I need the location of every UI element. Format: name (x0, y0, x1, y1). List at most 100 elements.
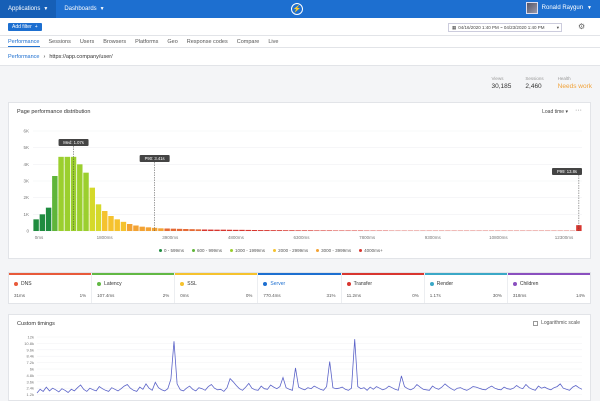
tab-live[interactable]: Live (268, 36, 278, 47)
histogram-bar (114, 219, 120, 231)
applications-menu[interactable]: Applications ▼ (0, 0, 57, 18)
y-tick-label: 0 (26, 229, 29, 234)
tab-geo[interactable]: Geo (167, 36, 177, 47)
date-range-value: 04/16/2020 1:40 PM ~ 04/23/2020 1:40 PM (458, 24, 545, 30)
chevron-down-icon: ▾ (556, 24, 559, 30)
histogram-bar (52, 176, 58, 231)
legend-label: 600 - 999ms (197, 248, 223, 253)
tab-sessions[interactable]: Sessions (49, 36, 71, 47)
legend-item[interactable]: 4000ms+ (359, 248, 383, 253)
timing-name: Children (519, 281, 539, 287)
legend-swatch (359, 249, 363, 252)
y-tick-label: 6k (30, 367, 34, 372)
chevron-right-icon: › (43, 53, 46, 60)
timing-latency[interactable]: Latency 107.4ms 2% (92, 273, 176, 303)
timing-render[interactable]: Render 1.17s 30% (424, 273, 508, 303)
y-tick-label: 4K (23, 162, 29, 167)
histogram-bar (264, 230, 270, 231)
histogram-bar (339, 230, 345, 231)
marker-label: P90: 3.41s (145, 156, 165, 161)
histogram-bar (301, 230, 308, 231)
timing-value: 1.17s (429, 293, 441, 298)
timing-color-bar (92, 273, 175, 275)
gear-icon[interactable]: ⚙ (578, 22, 585, 31)
timing-children[interactable]: Children 318ms 14% (507, 273, 590, 303)
add-filter-button[interactable]: Add filter + (8, 23, 42, 31)
stat-label: Health (557, 76, 571, 81)
histogram-bar (251, 230, 258, 231)
status-dot (97, 282, 102, 286)
legend-label: 2000 - 2999ms (278, 248, 309, 253)
timing-value: 770.4ms (263, 293, 281, 298)
stat-label: Sessions (525, 76, 544, 81)
date-range-picker[interactable]: ▦ 04/16/2020 1:40 PM ~ 04/23/2020 1:40 P… (448, 23, 562, 32)
plus-icon: + (34, 24, 38, 30)
histogram-bar (45, 207, 52, 231)
tab-bar: Performance Sessions Users Browsers Platform… (0, 36, 600, 48)
legend-swatch (273, 249, 277, 252)
user-menu[interactable]: Ronald Raygun ▼ (525, 2, 592, 14)
breadcrumb-root-link[interactable]: Performance (8, 54, 40, 60)
histogram-bar (89, 187, 95, 231)
y-tick-label: 3K (23, 179, 29, 184)
legend-item[interactable]: 2000 - 2999ms (273, 248, 308, 253)
series-line (36, 339, 583, 394)
x-tick-label: 3900ms (162, 235, 179, 240)
tab-response-codes[interactable]: Response codes (187, 36, 228, 47)
y-tick-label: 2K (23, 195, 29, 200)
histogram-bar (314, 230, 320, 231)
tab-compare[interactable]: Compare (237, 36, 260, 47)
histogram-bar (326, 230, 333, 231)
filter-bar: Add filter + ▦ 04/16/2020 1:40 PM ~ 04/2… (0, 18, 600, 36)
dashboards-label: Dashboards (64, 6, 97, 12)
histogram-bar (33, 219, 39, 231)
timing-transfer[interactable]: Transfer 11.2ms 0% (341, 273, 425, 303)
legend-swatch (316, 249, 320, 252)
timing-color-bar (9, 273, 92, 275)
x-tick-label: 6300ms (293, 235, 310, 240)
chevron-down-icon: ▼ (587, 5, 592, 11)
status-dot (180, 282, 185, 286)
timing-percent: 0% (245, 293, 253, 298)
legend-item[interactable]: 600 - 999ms (192, 248, 222, 253)
timing-dns[interactable]: DNS 31ms 1% (9, 273, 93, 303)
histogram-bar (145, 227, 152, 231)
timing-value: 107.4ms (97, 293, 115, 298)
legend-item[interactable]: 3000 - 3999ms (316, 248, 351, 253)
legend-label: 1000 - 1999ms (235, 248, 266, 253)
y-tick-label: 1K (23, 212, 29, 217)
stat-views: Views 30,185 (492, 76, 512, 90)
legend-item[interactable]: 0 - 599ms (159, 248, 184, 253)
timing-server[interactable]: Server 770.4ms 31% (258, 273, 342, 303)
x-tick-label: 1800ms (97, 235, 114, 240)
tab-platforms[interactable]: Platforms (135, 36, 158, 47)
legend-item[interactable]: 1000 - 1999ms (230, 248, 265, 253)
histogram-bar (226, 229, 233, 231)
y-tick-label: 3.6k (26, 379, 34, 384)
timing-value: 11.2ms (346, 293, 361, 298)
histogram-bar (64, 156, 71, 231)
histogram-bar (95, 204, 102, 231)
timing-ssl[interactable]: SSL 0ms 0% (175, 273, 259, 303)
legend-swatch (192, 249, 196, 252)
tab-users[interactable]: Users (80, 36, 94, 47)
custom-timings-chart: 1.2k2.4k 3.6k4.8k6k 7.2k8.4k 9.6k10.8k12k (24, 335, 583, 397)
x-tick-label: 4800ms (228, 235, 245, 240)
x-tick-label: 9300ms (425, 235, 442, 240)
histogram-bar (220, 229, 226, 231)
tab-browsers[interactable]: Browsers (103, 36, 126, 47)
histogram-bar (257, 230, 264, 231)
histogram-bar (332, 230, 339, 231)
histogram-bar (108, 216, 114, 231)
stat-value: 2,460 (525, 83, 542, 90)
histogram-bar (58, 156, 64, 231)
dashboards-menu[interactable]: Dashboards ▼ (56, 0, 112, 18)
y-tick-label: 7.2k (26, 360, 34, 365)
timing-name: Server (270, 281, 286, 287)
user-name: Ronald Raygun (541, 5, 584, 11)
tab-performance[interactable]: Performance (8, 36, 40, 47)
timing-value: 0ms (180, 293, 189, 298)
logo-icon[interactable]: ⚡ (291, 3, 303, 15)
timing-percent: 14% (575, 293, 585, 298)
chart-legend: 0 - 599ms 600 - 999ms 1000 - 1999ms 2000 - … (159, 248, 383, 253)
